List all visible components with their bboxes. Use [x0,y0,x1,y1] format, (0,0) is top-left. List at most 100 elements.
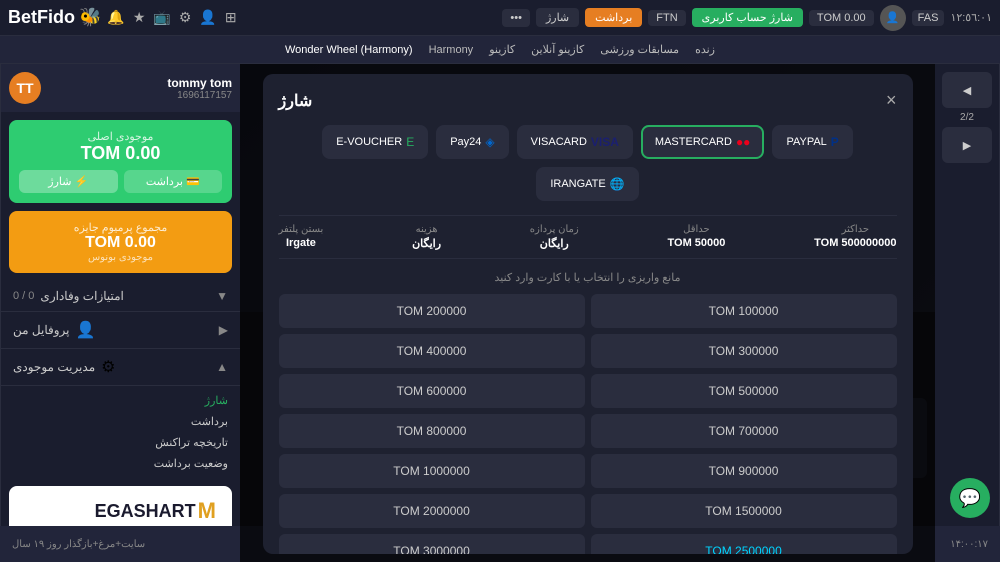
wallet-icon: 💳 [186,175,200,188]
amount-2000000[interactable]: TOM 2000000 [279,494,585,528]
irangate-label: IRANGATE [550,178,605,190]
secondary-navigation: زنده مسابقات ورزشی کازینو آنلاین کازینو … [0,36,1000,64]
time-display: ١٢:٥٦:٠١ [950,11,992,24]
withdraw-button[interactable]: شارژ [536,8,579,27]
amount-2500000[interactable]: TOM 2500000 [591,534,897,554]
wallet-item-status[interactable]: وضعیت برداشت [1,453,240,474]
provider-info: بستن پلتفر Irgate [279,224,324,250]
visa-icon: VISA [591,135,619,149]
amount-800000[interactable]: TOM 800000 [279,414,585,448]
amount-900000[interactable]: TOM 900000 [591,454,897,488]
amount-200000[interactable]: TOM 200000 [279,294,585,328]
max-value: TOM 500000000 [814,237,896,249]
star-icon[interactable]: ★ [133,9,146,26]
sec-nav-item-casino[interactable]: کازینو [489,43,515,56]
min-value: TOM 50000 [668,237,726,249]
mega-m-icon: M [198,498,216,524]
charge-modal: × شارژ P PAYPAL ●● MASTERCARD VISA [263,74,913,554]
paypal-button[interactable]: P PAYPAL [772,125,852,159]
fee-label: هزینه [416,224,438,235]
profile-section[interactable]: ▶ 👤 پروفایل من [1,312,240,349]
balance-display: TOM 0.00 [809,10,874,26]
amount-400000[interactable]: TOM 400000 [279,334,585,368]
amount-100000[interactable]: TOM 100000 [591,294,897,328]
irangate-button[interactable]: 🌐 IRANGATE [536,167,638,201]
sec-nav-item-casino-live[interactable]: کازینو آنلاین [531,43,584,56]
user-info: tommy tom 1696117157 [167,76,232,101]
payment-info-row: حداکثر TOM 500000000 حداقل TOM 50000 زما… [279,215,897,259]
time-label: زمان پردازه [530,224,579,235]
wallet-item-withdraw[interactable]: برداشت [1,411,240,432]
amount-700000[interactable]: TOM 700000 [591,414,897,448]
sidebar-withdraw-button[interactable]: 💳 برداشت [124,170,223,193]
evoucher-label: E-VOUCHER [336,136,402,148]
more-button[interactable]: ••• [502,9,530,27]
provider-label: بستن پلتفر [279,224,324,235]
paypal-icon: P [831,135,839,149]
megashart-text: EGASHART [95,501,196,522]
user-avatar: TT [9,72,41,104]
wallet-item-history[interactable]: تاریخچه تراکنش [1,432,240,453]
balance-amount: TOM 0.00 [19,143,222,164]
sec-nav-item-harmony[interactable]: Harmony [429,44,474,56]
modal-title: شارژ [279,91,313,111]
evoucher-button[interactable]: E E-VOUCHER [322,125,428,159]
loyalty-value: 0 / 0 [13,290,34,302]
wallet-management-section[interactable]: ▲ ⚙ مدیریت موجودی [1,349,240,386]
bottom-info-text2: سایت+مرغ+بازگذار روز ۱۹ سال [12,539,145,550]
amount-500000[interactable]: TOM 500000 [591,374,897,408]
sec-nav-item-live[interactable]: زنده [695,43,715,56]
wallet-item-charge[interactable]: شارژ [1,390,240,411]
avatar[interactable]: 👤 [880,5,906,31]
sidebar-prev-button[interactable]: ◀ [942,72,992,108]
min-label: حداقل [683,224,710,235]
language-selector[interactable]: FAS [912,10,945,26]
pay24-button[interactable]: ◈ Pay24 [436,125,508,159]
right-sidebar: tommy tom 1696117157 TT موجودی اصلی TOM … [0,64,240,562]
chat-bubble-button[interactable]: 💬 [950,478,990,518]
bonus-amount: TOM 0.00 [19,234,222,252]
modal-header: × شارژ [279,90,897,111]
user-top-section: tommy tom 1696117157 TT [1,64,240,112]
grid-icon[interactable]: ⊞ [225,9,237,26]
mastercard-button[interactable]: ●● MASTERCARD [641,125,765,159]
tv-icon[interactable]: 📺 [153,9,170,26]
nav-left: ١٢:٥٦:٠١ FAS 👤 TOM 0.00 شارژ حساب کاربری… [502,5,992,31]
hint-text: مانع واریزی را انتخاب یا با کارت وارد کن… [279,271,897,284]
provider-value: Irgate [286,237,316,249]
amount-600000[interactable]: TOM 600000 [279,374,585,408]
mastercard-icon: ●● [736,135,751,149]
payment-methods: P PAYPAL ●● MASTERCARD VISA VISACARD ◈ P… [279,125,897,201]
paypal-label: PAYPAL [786,136,826,148]
amount-1500000[interactable]: TOM 1500000 [591,494,897,528]
time-info: زمان پردازه رایگان [530,224,579,250]
top-navigation: ١٢:٥٦:٠١ FAS 👤 TOM 0.00 شارژ حساب کاربری… [0,0,1000,36]
logo: 🐝 BetFido [8,7,101,28]
user-icon[interactable]: 👤 [199,9,216,26]
ftn-badge: FTN [648,10,685,26]
modal-close-button[interactable]: × [886,90,897,111]
sec-nav-item-sports[interactable]: مسابقات ورزشی [600,43,679,56]
sec-nav-item-wonder[interactable]: Wonder Wheel (Harmony) [285,44,413,56]
amount-300000[interactable]: TOM 300000 [591,334,897,368]
amount-3000000[interactable]: TOM 3000000 [279,534,585,554]
balance-label: موجودی اصلی [19,130,222,143]
charge-icon: ⚡ [75,175,89,188]
sidebar-next-button[interactable]: ▶ [942,127,992,163]
bonus-label: مجموع پرمیوم جایزه [19,221,222,234]
user-id: 1696117157 [167,90,232,101]
chevron-right-icon: ▶ [219,323,228,337]
max-info: حداکثر TOM 500000000 [814,224,896,250]
bell-icon[interactable]: 🔔 [107,9,124,26]
sidebar-deposit-button[interactable]: ⚡ شارژ [19,170,118,193]
settings-icon[interactable]: ⚙ [179,9,192,26]
pay24-icon: ◈ [485,135,494,149]
deposit-button[interactable]: برداشت [585,8,642,27]
bottom-time: ۱۴:۰۰:۱۷ [950,539,988,550]
fee-info: هزینه رایگان [412,224,441,250]
charge-account-button[interactable]: شارژ حساب کاربری [692,8,803,27]
loyalty-section[interactable]: ▼ امتیازات وفاداری 0 / 0 [1,281,240,312]
visacard-button[interactable]: VISA VISACARD [517,125,633,159]
modal-overlay: × شارژ P PAYPAL ●● MASTERCARD VISA [240,64,935,562]
amount-1000000[interactable]: TOM 1000000 [279,454,585,488]
